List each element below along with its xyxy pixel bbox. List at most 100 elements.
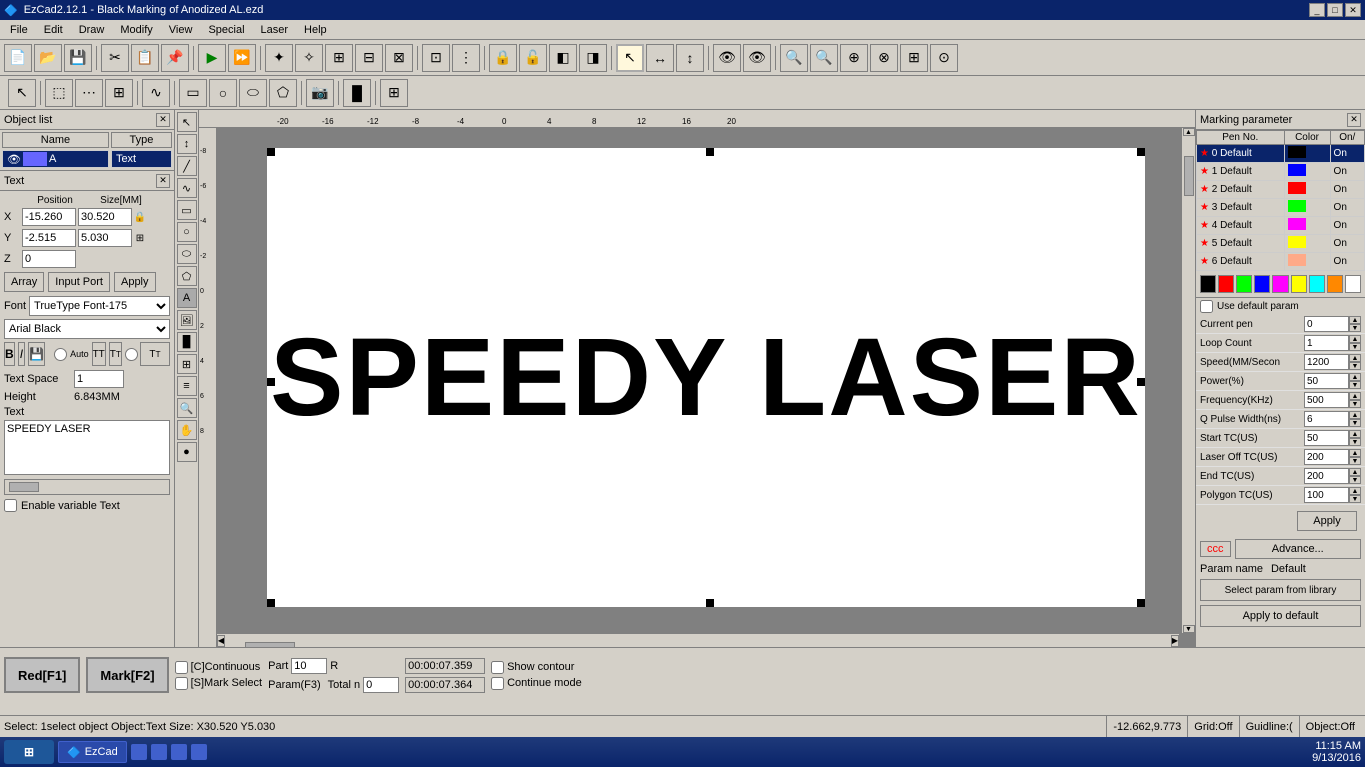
menu-laser[interactable]: Laser	[253, 20, 297, 39]
power-input[interactable]	[1304, 373, 1349, 389]
app-ezcad[interactable]: 🔷 EzCad	[58, 741, 127, 763]
end-tc-down[interactable]: ▼	[1349, 476, 1361, 484]
align-left-button[interactable]: ◧	[549, 44, 577, 72]
canvas-area[interactable]: -20 -16 -12 -8 -4 0 4 8 12 16 20 -8 -6 -…	[199, 110, 1195, 647]
swatch-orange[interactable]	[1327, 275, 1343, 293]
cut-button[interactable]: ✂	[101, 44, 129, 72]
start-tc-down[interactable]: ▼	[1349, 438, 1361, 446]
align-left-text-btn[interactable]: TT	[92, 342, 106, 366]
run-button[interactable]: ▶	[198, 44, 226, 72]
text-textarea[interactable]: SPEEDY LASER	[4, 420, 170, 475]
eye2-button[interactable]: 👁	[743, 44, 771, 72]
start-button[interactable]: ⊞	[4, 740, 54, 764]
laser-off-input[interactable]	[1304, 449, 1349, 465]
scroll-left-btn[interactable]: ◀	[217, 635, 225, 647]
red-button[interactable]: Red[F1]	[4, 657, 80, 693]
align-right-text-btn[interactable]: TT	[140, 342, 170, 366]
line-tool[interactable]: ╱	[177, 156, 197, 176]
handle-br[interactable]	[1137, 599, 1145, 607]
barcode-tool[interactable]: ▐▌	[177, 332, 197, 352]
swatch-cyan[interactable]	[1309, 275, 1325, 293]
close-button[interactable]: ✕	[1345, 3, 1361, 17]
rect-tool[interactable]: ▭	[177, 200, 197, 220]
poly-tool[interactable]: ⬠	[177, 266, 197, 286]
handle-bl[interactable]	[267, 599, 275, 607]
power-down[interactable]: ▼	[1349, 381, 1361, 389]
zoom-fit-button[interactable]: ⊕	[840, 44, 868, 72]
current-pen-down[interactable]: ▼	[1349, 324, 1361, 332]
draw-poly[interactable]: ⬠	[269, 79, 297, 107]
apply-button[interactable]: Apply	[114, 272, 156, 292]
laser-off-down[interactable]: ▼	[1349, 457, 1361, 465]
power-up[interactable]: ▲	[1349, 373, 1361, 381]
speed-up[interactable]: ▲	[1349, 354, 1361, 362]
handle-ml[interactable]	[267, 378, 275, 386]
speed-input[interactable]	[1304, 354, 1349, 370]
array-button[interactable]: Array	[4, 272, 44, 292]
draw-node[interactable]: ⋯	[75, 79, 103, 107]
swatch-magenta[interactable]	[1272, 275, 1288, 293]
eye1-button[interactable]: 👁	[713, 44, 741, 72]
use-default-checkbox[interactable]	[1200, 300, 1213, 313]
handle-mr[interactable]	[1137, 378, 1145, 386]
lock-icon[interactable]: 🔒	[132, 209, 148, 225]
select-button[interactable]: ↖	[616, 44, 644, 72]
lock2-icon[interactable]: ⊞	[132, 230, 148, 246]
draw-circle[interactable]: ○	[209, 79, 237, 107]
draw-select-box[interactable]: ⬚	[45, 79, 73, 107]
scroll-up-btn[interactable]: ▲	[1183, 128, 1195, 136]
maximize-button[interactable]: □	[1327, 3, 1343, 17]
node-tool-side[interactable]: ↕	[177, 134, 197, 154]
scroll-thumb-h[interactable]	[245, 642, 295, 648]
total-n-input[interactable]	[363, 677, 399, 693]
pen-row-4[interactable]: ★ 4 Default On	[1197, 217, 1365, 235]
select-param-button[interactable]: Select param from library	[1200, 579, 1361, 601]
scroll-right-btn[interactable]: ▶	[1171, 635, 1179, 647]
tool2-button[interactable]: ✧	[295, 44, 323, 72]
flip-h-button[interactable]: ↔	[646, 44, 674, 72]
lock-button[interactable]: 🔒	[489, 44, 517, 72]
grid-button[interactable]: ⊡	[422, 44, 450, 72]
current-pen-input[interactable]	[1304, 316, 1349, 332]
tool1-button[interactable]: ✦	[265, 44, 293, 72]
align-center-text-btn[interactable]: TT	[109, 342, 122, 366]
menu-help[interactable]: Help	[296, 20, 335, 39]
marking-param-close[interactable]: ✕	[1347, 113, 1361, 127]
frequency-up[interactable]: ▲	[1349, 392, 1361, 400]
qr-tool[interactable]: ⊞	[177, 354, 197, 374]
open-button[interactable]: 📂	[34, 44, 62, 72]
width-input[interactable]	[78, 208, 132, 226]
table-row[interactable]: 👁 A Text	[2, 150, 172, 168]
smark-checkbox[interactable]	[175, 677, 188, 690]
select-tool-side[interactable]: ↖	[177, 112, 197, 132]
qpulse-up[interactable]: ▲	[1349, 411, 1361, 419]
qpulse-input[interactable]	[1304, 411, 1349, 427]
frequency-down[interactable]: ▼	[1349, 400, 1361, 408]
apply-right-button[interactable]: Apply	[1297, 511, 1357, 531]
continuous-checkbox[interactable]	[175, 661, 188, 674]
minimize-button[interactable]: _	[1309, 3, 1325, 17]
pen-row-1[interactable]: ★ 1 Default On	[1197, 163, 1365, 181]
zoom-window-button[interactable]: ⊞	[900, 44, 928, 72]
menu-special[interactable]: Special	[200, 20, 252, 39]
swatch-green[interactable]	[1236, 275, 1252, 293]
zoom-out-button[interactable]: 🔍	[810, 44, 838, 72]
text-panel-close[interactable]: ✕	[156, 174, 170, 188]
mark-button[interactable]: Mark[F2]	[86, 657, 168, 693]
handle-bm[interactable]	[706, 599, 714, 607]
swatch-black[interactable]	[1200, 275, 1216, 293]
ccc-button[interactable]: ccc	[1200, 541, 1231, 557]
enable-variable-checkbox[interactable]	[4, 499, 17, 512]
scroll-down-btn[interactable]: ▼	[1183, 625, 1195, 633]
menu-modify[interactable]: Modify	[112, 20, 160, 39]
text-tool[interactable]: A	[177, 288, 197, 308]
scroll-thumb-v[interactable]	[1184, 156, 1194, 196]
hatch-tool[interactable]: ≡	[177, 376, 197, 396]
save-font-btn[interactable]: 💾	[28, 342, 45, 366]
speed-down[interactable]: ▼	[1349, 362, 1361, 370]
swatch-red[interactable]	[1218, 275, 1234, 293]
advance-button[interactable]: Advance...	[1235, 539, 1362, 559]
save-button[interactable]: 💾	[64, 44, 92, 72]
zoom-100-button[interactable]: ⊗	[870, 44, 898, 72]
start-tc-input[interactable]	[1304, 430, 1349, 446]
